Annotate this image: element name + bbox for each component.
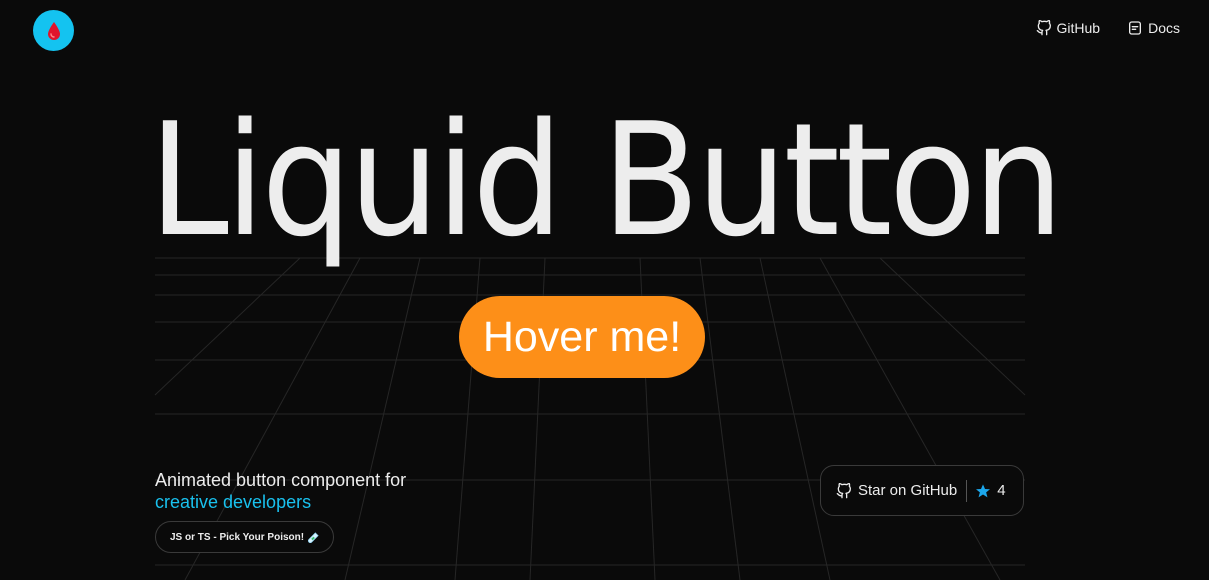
liquid-demo-button[interactable]: Hover me!	[459, 296, 705, 378]
droplet-icon	[47, 21, 60, 40]
top-nav: GitHub Docs	[1036, 20, 1180, 36]
star-label: Star on GitHub	[858, 482, 958, 499]
github-icon	[836, 482, 851, 498]
star-count: 4	[997, 482, 1006, 499]
hero-title: Liquid Button	[148, 89, 1064, 271]
github-nav-link[interactable]: GitHub	[1036, 20, 1101, 36]
tagline: Animated button component for creative d…	[155, 469, 406, 513]
star-on-github-button[interactable]: Star on GitHub 4	[820, 465, 1024, 516]
tagline-line1: Animated button component for	[155, 470, 407, 490]
docs-nav-label: Docs	[1148, 20, 1180, 36]
logo[interactable]	[33, 10, 74, 51]
star-divider	[966, 479, 968, 502]
pill-label: JS or TS - Pick Your Poison!	[170, 531, 305, 543]
docs-nav-link[interactable]: Docs	[1127, 20, 1180, 36]
star-icon	[976, 483, 991, 497]
github-nav-label: GitHub	[1056, 20, 1101, 36]
language-pill[interactable]: JS or TS - Pick Your Poison!	[155, 521, 335, 553]
docs-icon	[1129, 21, 1142, 35]
test-tube-icon	[308, 531, 319, 543]
tagline-line2: creative developers	[155, 492, 312, 512]
github-icon	[1036, 20, 1051, 36]
